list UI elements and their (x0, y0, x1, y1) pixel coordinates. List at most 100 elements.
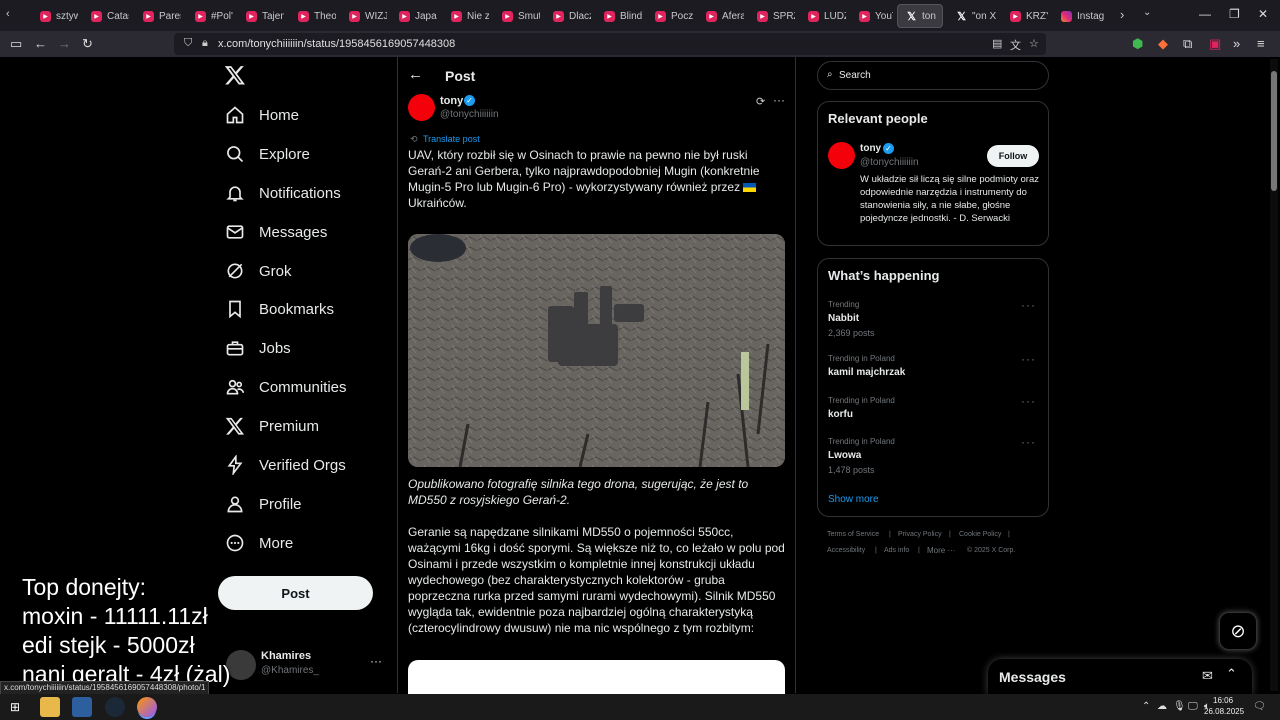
url-bar[interactable]: ⛉ 🔒︎ x.com/tonychiiiiiin/status/19584561… (174, 33, 1046, 55)
author-handle[interactable]: @tonychiiiiiin (440, 109, 499, 120)
network-icon[interactable]: 🖵 (1188, 701, 1198, 712)
messages-drawer[interactable]: Messages ✉ ⌃ (988, 659, 1252, 695)
microphone-icon[interactable]: 🎙︎ (1173, 701, 1186, 712)
terms-link[interactable]: Terms of Service (827, 531, 879, 538)
nav-item-grok[interactable]: Grok (224, 257, 292, 285)
trend-more-icon[interactable]: ··· (1021, 298, 1036, 312)
page-scrollbar[interactable] (1270, 59, 1278, 691)
tray-chevron-icon[interactable]: ⌃ (1142, 701, 1150, 712)
tracking-shield-icon[interactable]: ⛉ (184, 37, 192, 50)
scrollbar-thumb[interactable] (1271, 71, 1277, 191)
url-text[interactable]: x.com/tonychiiiiiin/status/1958456169057… (218, 38, 455, 50)
trend-item[interactable]: Trending in Poland korfu (828, 396, 895, 420)
browser-tab[interactable]: ▶ Blind I (596, 4, 642, 28)
start-icon[interactable]: ⊞ (10, 700, 20, 714)
trend-item[interactable]: Trending in Poland Lwowa 1,478 posts (828, 437, 895, 475)
browser-tab[interactable]: ▶ Nie zr (443, 4, 489, 28)
person-name[interactable]: tony (860, 143, 881, 154)
browser-tab[interactable]: ▶ Japan (391, 4, 437, 28)
nav-item-messages[interactable]: Messages (224, 218, 327, 246)
browser-tab[interactable]: ▶ Theoc (290, 4, 336, 28)
extensions-icon[interactable]: ⧉ (1183, 36, 1192, 52)
back-arrow-icon[interactable]: ← (408, 66, 423, 83)
tab-scroll-left-icon[interactable]: ‹ (6, 8, 10, 20)
browser-tab[interactable]: ▶ Począ (647, 4, 693, 28)
nav-item-verified-orgs[interactable]: Verified Orgs (224, 451, 346, 479)
browser-tab[interactable]: ▶ Smutr (494, 4, 540, 28)
nav-item-communities[interactable]: Communities (224, 373, 347, 401)
accessibility-link[interactable]: Accessibility (827, 547, 865, 554)
browser-tab[interactable]: ▶ #Pol'a (187, 4, 233, 28)
privacy-link[interactable]: Privacy Policy (898, 531, 942, 538)
browser-tab[interactable]: ▶ YouTu (851, 4, 893, 28)
grok-floating-button[interactable]: ⊘ (1219, 612, 1257, 650)
nav-item-more[interactable]: More (224, 529, 293, 557)
ads-info-link[interactable]: Ads info (884, 547, 909, 554)
browser-tab[interactable]: 𝕏 "on X (948, 4, 998, 28)
taskbar-app-icon[interactable] (72, 697, 92, 717)
overflow-chevrons-icon[interactable]: » (1233, 36, 1240, 51)
translate-icon[interactable]: 文 (1010, 37, 1021, 53)
restore-icon[interactable]: ❐ (1229, 7, 1240, 21)
nav-item-notifications[interactable]: Notifications (224, 179, 341, 207)
post-more-icon[interactable]: ··· (773, 93, 785, 107)
browser-tab[interactable]: ▶ SPRZA (749, 4, 795, 28)
firefox-icon[interactable] (137, 697, 157, 717)
minimize-icon[interactable]: — (1199, 7, 1211, 21)
browser-tab[interactable]: ▶ WIZJO (341, 4, 387, 28)
cookie-link[interactable]: Cookie Policy (959, 531, 1001, 538)
compose-post-button[interactable]: Post (218, 576, 373, 610)
account-switcher[interactable]: Khamires @Khamires_ ··· (224, 648, 384, 684)
lock-icon[interactable]: 🔒︎ (202, 37, 208, 50)
sidebar-toggle-icon[interactable]: ▭ (10, 36, 22, 52)
browser-tab[interactable]: ▶ Paren (135, 4, 181, 28)
author-name[interactable]: tony (440, 95, 463, 107)
tab-list-chevron-icon[interactable]: ⌄ (1143, 7, 1151, 18)
browser-tab[interactable]: ▶ Dlacz (545, 4, 591, 28)
nav-item-explore[interactable]: Explore (224, 140, 310, 168)
steam-icon[interactable] (105, 697, 125, 717)
bookmark-star-icon[interactable]: ☆ (1029, 37, 1039, 50)
person-avatar[interactable] (828, 142, 855, 169)
nav-item-bookmarks[interactable]: Bookmarks (224, 295, 334, 323)
file-explorer-icon[interactable] (40, 697, 60, 717)
tab-scroll-right-icon[interactable]: › (1120, 7, 1124, 22)
extension-badge-icon[interactable]: ▣ (1209, 36, 1221, 52)
browser-tab[interactable]: ▶ Tajem (238, 4, 284, 28)
extension-shield-icon[interactable]: ⬢ (1132, 36, 1143, 52)
account-more-icon[interactable]: ··· (370, 654, 382, 668)
nav-item-home[interactable]: Home (224, 101, 299, 129)
post-photo[interactable] (408, 234, 785, 467)
app-menu-icon[interactable]: ≡ (1257, 36, 1265, 51)
nav-item-profile[interactable]: Profile (224, 490, 302, 518)
forward-icon[interactable]: → (58, 36, 71, 51)
clock-date[interactable]: 26.08.2025 (1204, 707, 1244, 716)
reader-view-icon[interactable]: ▤ (992, 37, 1002, 50)
follow-button[interactable]: Follow (987, 145, 1039, 167)
trend-more-icon[interactable]: ··· (1021, 352, 1036, 366)
browser-tab[interactable]: Instag (1053, 4, 1108, 28)
reload-icon[interactable]: ↻ (82, 36, 93, 52)
trend-more-icon[interactable]: ··· (1021, 435, 1036, 449)
search-box[interactable]: ⌕ Search (817, 61, 1049, 90)
new-message-icon[interactable]: ✉ (1202, 668, 1213, 684)
trend-more-icon[interactable]: ··· (1021, 394, 1036, 408)
close-window-icon[interactable]: ✕ (1258, 7, 1268, 21)
browser-tab[interactable]: ▶ sztyw (32, 4, 78, 28)
browser-tab[interactable]: 𝕏ton✕ (897, 4, 943, 28)
browser-tab[interactable]: ▶ LUDZI (800, 4, 846, 28)
show-more-link[interactable]: Show more (828, 494, 879, 505)
browser-tab[interactable]: ▶ Catast (83, 4, 129, 28)
notifications-icon[interactable]: 🗨︎ (1253, 701, 1266, 712)
trend-item[interactable]: Trending in Poland kamil majchrzak (828, 354, 905, 378)
grok-icon[interactable]: ⟳ (756, 95, 765, 108)
browser-tab[interactable]: ▶ Afera (698, 4, 744, 28)
translate-post-link[interactable]: Translate post (423, 134, 480, 144)
author-avatar[interactable] (408, 94, 435, 121)
extension-fox-icon[interactable]: ◆ (1158, 36, 1168, 52)
nav-item-premium[interactable]: Premium (224, 412, 319, 440)
trend-item[interactable]: Trending Nabbit 2,369 posts (828, 300, 875, 338)
browser-tab[interactable]: ▶ KRZY (1002, 4, 1048, 28)
back-icon[interactable]: ← (34, 36, 47, 51)
expand-drawer-icon[interactable]: ⌃ (1226, 666, 1237, 682)
